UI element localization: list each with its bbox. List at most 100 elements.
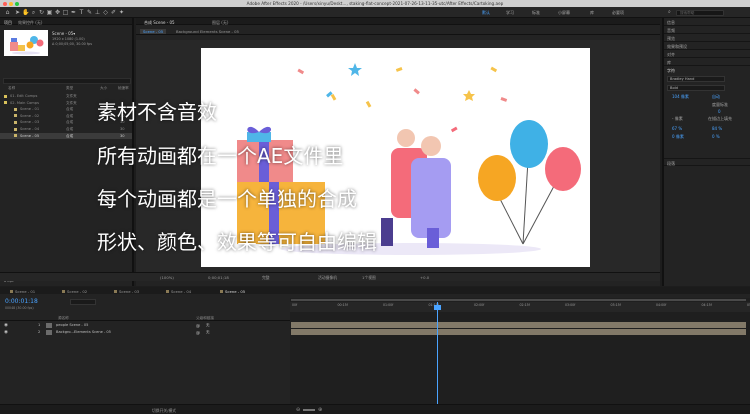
timeline-layer-row[interactable]: ◉ 2 Backgro...Elements Scene - 05 @ 无: [0, 329, 290, 336]
project-search-input[interactable]: [3, 78, 131, 84]
tab-composition[interactable]: 合成 Scene - 05: [144, 20, 175, 26]
parent-pickwhip-icon[interactable]: @: [196, 329, 200, 336]
layer-bar-1[interactable]: [291, 322, 746, 328]
zoom-out-icon[interactable]: ⊖: [296, 407, 300, 413]
timeline-tab-scene-05[interactable]: Scene - 05: [220, 289, 245, 294]
timeline-timecode[interactable]: 0:00:01:18: [5, 298, 38, 305]
eraser-tool-icon[interactable]: ◇: [102, 9, 109, 16]
parent-dropdown[interactable]: 无: [206, 322, 210, 329]
camera-tool-icon[interactable]: ▣: [46, 9, 53, 16]
section-effects-presets[interactable]: 效果和预设: [664, 42, 750, 50]
search-help-input[interactable]: 搜索帮助: [676, 9, 724, 16]
work-area-bar[interactable]: [291, 299, 746, 301]
tab-project[interactable]: 项目: [4, 20, 12, 26]
brush-tool-icon[interactable]: ✎: [86, 9, 93, 16]
selected-item-name: Scene - 05▾: [52, 31, 76, 36]
vertical-scale-value[interactable]: 67 %: [672, 126, 682, 131]
time-ruler[interactable]: 00f00:15f01:00f01:15f02:00f02:15f03:00f0…: [290, 302, 750, 312]
kerning-value[interactable]: 0: [718, 109, 721, 114]
section-info[interactable]: 信息: [664, 18, 750, 26]
timeline-search-input[interactable]: [70, 299, 96, 305]
close-window-icon[interactable]: [3, 1, 7, 6]
tab-effect-controls[interactable]: 效果控件 (无): [18, 20, 42, 26]
minimize-window-icon[interactable]: [9, 1, 13, 6]
selection-tool-icon[interactable]: ➤: [14, 9, 21, 16]
pen-tool-icon[interactable]: ✒: [70, 9, 77, 16]
workspace-essentials[interactable]: 必要项: [612, 10, 624, 16]
timeline-track-area[interactable]: [290, 298, 750, 408]
zoom-slider[interactable]: [303, 409, 315, 411]
title-bar: Adobe After Effects 2020 - /Users/xinyu/…: [0, 0, 750, 7]
stroke-mode-dropdown[interactable]: 在描边上填充: [708, 116, 732, 122]
column-fps[interactable]: 帧速率: [118, 86, 129, 91]
project-row[interactable]: Scene - 04 合成 30: [0, 126, 132, 132]
timeline-layer-row[interactable]: ◉ 1 people Scene - 05 @ 无: [0, 322, 290, 329]
toggle-switches-modes[interactable]: 切换开关/模式: [152, 408, 176, 414]
font-size-value[interactable]: 104 像素: [672, 94, 689, 100]
workspace-small-screen[interactable]: 小屏幕: [558, 10, 570, 16]
resolution-dropdown[interactable]: 完整: [262, 275, 270, 281]
timeline-tab-scene-01[interactable]: Scene - 01: [10, 289, 35, 294]
section-align[interactable]: 对齐: [664, 50, 750, 58]
font-family-dropdown[interactable]: Bradley Hand: [667, 76, 725, 82]
visibility-eye-icon[interactable]: ◉: [4, 329, 8, 336]
section-preview[interactable]: 预览: [664, 34, 750, 42]
section-paragraph-label: 段落: [667, 161, 675, 166]
timeline-tab-scene-02[interactable]: Scene - 02: [62, 289, 87, 294]
hand-tool-icon[interactable]: ✋: [22, 9, 29, 16]
maximize-window-icon[interactable]: [15, 1, 19, 6]
tab-layer[interactable]: 图层 (无): [212, 20, 228, 26]
exposure-value[interactable]: +0.0: [420, 275, 429, 280]
rotate-tool-icon[interactable]: ↻: [38, 9, 45, 16]
zoom-tool-icon[interactable]: ⌕: [30, 9, 37, 16]
stroke-width-value[interactable]: - 像素: [672, 116, 683, 122]
magnification-dropdown[interactable]: (100%): [160, 275, 174, 280]
zoom-in-icon[interactable]: ⊕: [318, 407, 322, 413]
project-row[interactable]: Scene - 05 合成 30: [0, 132, 132, 139]
row-icon: [14, 113, 19, 119]
layer-name[interactable]: Backgro...Elements Scene - 05: [56, 329, 138, 336]
workspace-default[interactable]: 默认: [482, 10, 490, 16]
column-name[interactable]: 名称: [8, 86, 15, 91]
camera-dropdown[interactable]: 活动摄像机: [318, 275, 337, 281]
tsume-value[interactable]: 0 %: [712, 134, 720, 139]
pan-behind-tool-icon[interactable]: ✥: [54, 9, 61, 16]
horizontal-scale-value[interactable]: 84 %: [712, 126, 722, 131]
section-libraries[interactable]: 库: [664, 58, 750, 66]
section-paragraph[interactable]: 段落: [664, 158, 750, 166]
section-audio[interactable]: 音频: [664, 26, 750, 34]
visibility-eye-icon[interactable]: ◉: [4, 322, 8, 329]
font-style-dropdown[interactable]: Bold: [667, 85, 725, 91]
playhead-line[interactable]: [436, 302, 438, 406]
subtab-background-elements[interactable]: Background Elements Scene - 05: [176, 29, 239, 34]
layer-bar-2[interactable]: [291, 329, 746, 335]
section-character[interactable]: 字符: [664, 66, 750, 74]
parent-dropdown[interactable]: 无: [206, 329, 210, 336]
puppet-tool-icon[interactable]: ✦: [118, 9, 125, 16]
leading-value[interactable]: 自动: [712, 94, 720, 100]
rectangle-tool-icon[interactable]: □: [62, 9, 69, 16]
workspace-libraries[interactable]: 库: [590, 10, 594, 16]
column-source-name[interactable]: 源名称: [58, 316, 69, 321]
people-figures: [381, 129, 451, 248]
subtab-scene-05[interactable]: Scene - 05: [140, 28, 167, 34]
workspace-learn[interactable]: 学习: [506, 10, 514, 16]
workspace-standard[interactable]: 标准: [532, 10, 540, 16]
type-tool-icon[interactable]: T: [78, 9, 85, 16]
baseline-shift-value[interactable]: 0 像素: [672, 134, 684, 140]
column-parent-link[interactable]: 父级和链接: [196, 316, 214, 321]
layer-column-header: 源名称 父级和链接: [0, 314, 290, 321]
home-icon[interactable]: ⌂: [4, 9, 11, 16]
views-dropdown[interactable]: 1个视图: [362, 275, 376, 281]
viewer-controls-bar: (100%) 0;00;01;18 完整 活动摄像机 1个视图 +0.0: [0, 272, 660, 281]
parent-pickwhip-icon[interactable]: @: [196, 322, 200, 329]
tracking-value[interactable]: 度量标准: [712, 102, 728, 108]
timeline-tab-scene-04[interactable]: Scene - 04: [166, 289, 191, 294]
timeline-tab-scene-03[interactable]: Scene - 03: [114, 289, 139, 294]
roto-brush-tool-icon[interactable]: ✐: [110, 9, 117, 16]
column-type[interactable]: 类型: [66, 86, 73, 91]
clone-stamp-tool-icon[interactable]: ⊥: [94, 9, 101, 16]
column-size[interactable]: 大小: [100, 86, 107, 91]
current-time-display[interactable]: 0;00;01;18: [208, 275, 229, 280]
layer-name[interactable]: people Scene - 05: [56, 322, 138, 329]
